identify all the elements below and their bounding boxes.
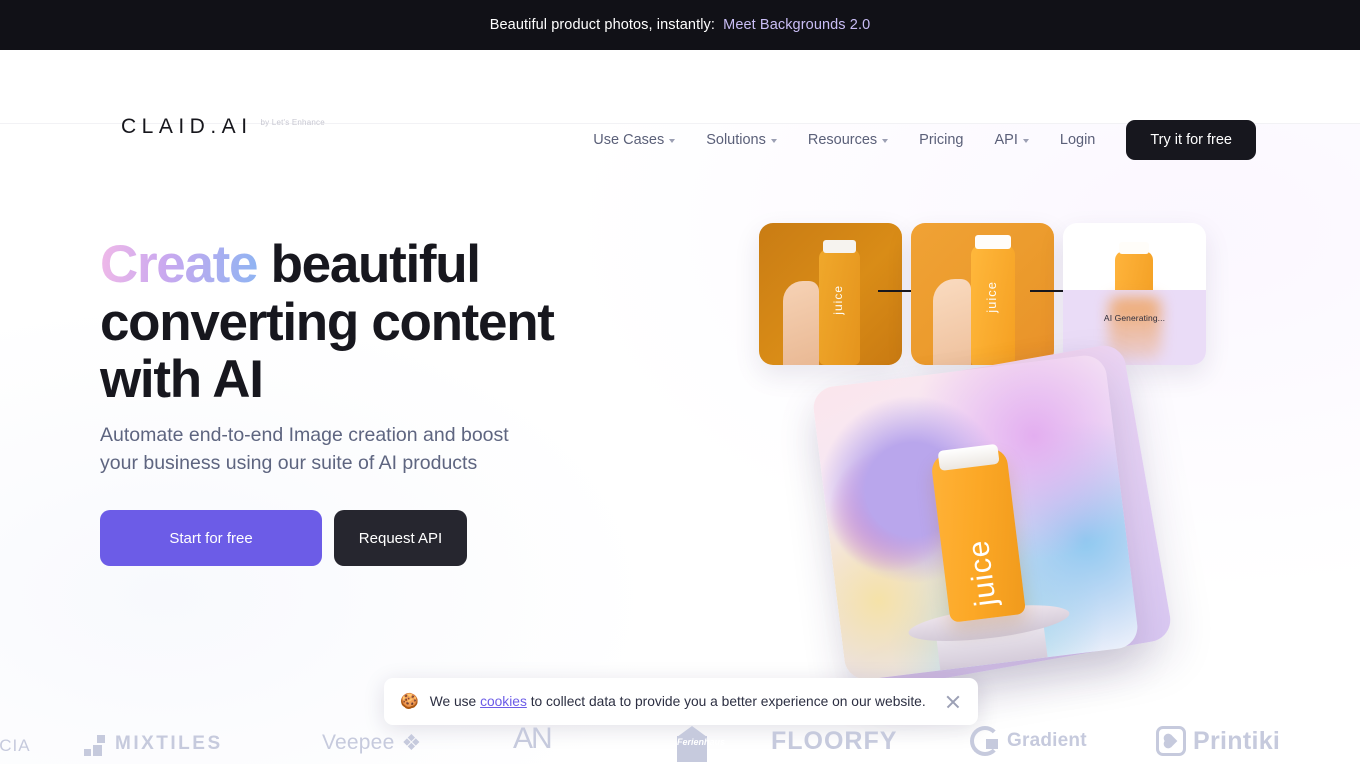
client-logo-strip: NCIA MIXTILES Veepee ❖ AN Ferienhaus FLO… xyxy=(0,702,1360,764)
nav-label: Use Cases xyxy=(593,132,665,148)
client-logo-printiki: Printiki xyxy=(1156,726,1280,756)
logo-wordmark: CLAID.AI xyxy=(121,115,253,138)
product-label: juice xyxy=(831,285,845,315)
client-logo-floorfy: FLOORFY xyxy=(771,727,897,756)
nav-item-use-cases[interactable]: Use Cases xyxy=(593,132,676,148)
hero-subtitle: Automate end-to-end Image creation and b… xyxy=(100,424,509,474)
client-logo-label: FLOORFY xyxy=(771,727,898,755)
hand-shape xyxy=(783,281,819,365)
chevron-down-icon xyxy=(669,139,676,143)
announcement-bar: Beautiful product photos, instantly: Mee… xyxy=(0,0,1360,50)
client-logo-ferienhaus: Ferienhaus xyxy=(673,726,726,762)
hero-result-card: juice xyxy=(811,353,1140,682)
hero-title-highlight: Create xyxy=(100,235,258,294)
product-label: juice xyxy=(984,281,999,313)
hero-actions: Start for free Request API xyxy=(100,510,467,566)
hero-illustration: juice juice AI Generating... juice xyxy=(700,140,1320,700)
ferienhaus-house-icon: Ferienhaus xyxy=(673,726,726,762)
site-header: CLAID.AI by Let's Enhance Use Cases Solu… xyxy=(0,50,1360,160)
mixtiles-mark-icon xyxy=(84,732,108,756)
logo-tagline: by Let's Enhance xyxy=(260,118,325,127)
client-logo-label: Ferienhaus xyxy=(677,737,726,747)
client-logo-ncia: NCIA xyxy=(0,736,31,756)
announcement-message: Beautiful product photos, instantly: xyxy=(489,17,716,33)
bottle-cap xyxy=(975,235,1011,249)
hand-shape xyxy=(933,279,971,365)
page-title: Create beautiful converting content with… xyxy=(100,236,660,409)
ai-generating-label: AI Generating... xyxy=(1103,313,1166,323)
veepee-swirl-icon: ❖ xyxy=(401,730,422,755)
client-logo-mixtiles: MIXTILES xyxy=(84,732,223,756)
enhanced-image-card: juice xyxy=(911,223,1054,365)
client-logo-label: Printiki xyxy=(1193,726,1281,755)
request-api-button[interactable]: Request API xyxy=(334,510,467,566)
client-logo-label: NCIA xyxy=(0,736,31,755)
client-logo-label: MIXTILES xyxy=(115,733,223,754)
logo[interactable]: CLAID.AI by Let's Enhance xyxy=(121,116,325,137)
an-mark-icon: AN xyxy=(513,722,553,755)
generating-image-card: AI Generating... xyxy=(1063,223,1206,365)
bottle-cap xyxy=(1119,242,1149,254)
client-logo-gradient: Gradient xyxy=(970,726,1087,756)
announcement-text: Beautiful product photos, instantly: Mee… xyxy=(490,17,871,33)
start-for-free-button[interactable]: Start for free xyxy=(100,510,322,566)
printiki-camera-heart-icon xyxy=(1156,726,1186,756)
client-logo-label: Veepee xyxy=(322,731,395,754)
client-logo-an: AN xyxy=(513,722,553,756)
gradient-g-icon xyxy=(970,726,1000,756)
client-logo-label: Gradient xyxy=(1007,730,1087,751)
before-image-card: juice xyxy=(759,223,902,365)
bottle-cap xyxy=(823,240,856,253)
announcement-link[interactable]: Meet Backgrounds 2.0 xyxy=(723,17,870,33)
page-root: Beautiful product photos, instantly: Mee… xyxy=(0,0,1360,764)
client-logo-veepee: Veepee ❖ xyxy=(322,730,421,756)
